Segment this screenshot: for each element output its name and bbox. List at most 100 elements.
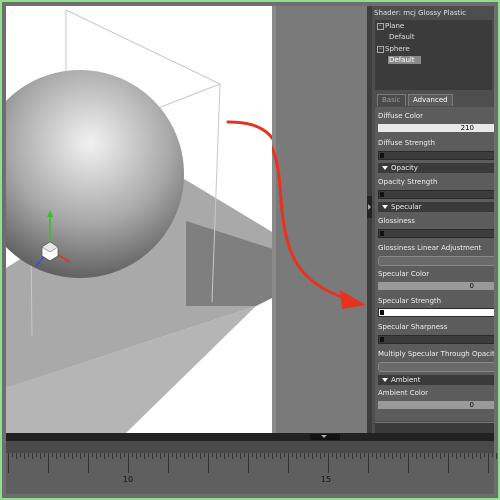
timeline-tick	[100, 453, 101, 457]
timeline-tick	[128, 453, 129, 473]
diffuse-strength-label: Diffuse Strength	[378, 139, 436, 147]
timeline-tick	[280, 453, 281, 459]
timeline-tick	[276, 453, 277, 457]
slider-handle[interactable]	[380, 337, 384, 342]
timeline-tick	[8, 453, 9, 473]
boxed-minus-icon[interactable]: –	[377, 45, 384, 53]
opacity-strength-slider[interactable]	[378, 190, 494, 199]
timeline-tick	[328, 453, 329, 473]
timeline-tick	[352, 453, 353, 459]
timeline-label-10: 10	[122, 475, 134, 484]
section-label: Ambient	[391, 376, 421, 384]
specular-strength-slider[interactable]	[378, 308, 494, 317]
opacity-strength-label: Opacity Strength	[378, 178, 438, 186]
opacity-section-header[interactable]: Opacity	[378, 163, 494, 173]
multiply-specular-label: Multiply Specular Through Opacity	[378, 350, 494, 358]
tree-item-label: Sphere	[385, 45, 410, 53]
glossiness-linear-input[interactable]	[378, 256, 494, 266]
glossiness-label: Glossiness	[378, 217, 415, 225]
timeline-tick	[48, 453, 49, 473]
timeline-tick	[404, 453, 405, 457]
timeline-tick	[472, 453, 473, 459]
tab-advanced[interactable]: Advanced	[408, 94, 453, 106]
timeline-tick	[200, 453, 201, 459]
timeline-label-15: 15	[320, 475, 332, 484]
timeline-tick	[272, 453, 273, 459]
timeline-tick	[236, 453, 237, 457]
3d-viewport[interactable]	[6, 6, 272, 433]
tree-item-plane[interactable]: – Plane	[377, 22, 404, 30]
timeline-tick	[80, 453, 81, 459]
diffuse-color-field[interactable]: 210	[378, 124, 494, 132]
timeline-tick	[216, 453, 217, 459]
ambient-section-header[interactable]: Ambient	[378, 375, 494, 385]
timeline-tick	[28, 453, 29, 457]
timeline-tick	[408, 453, 409, 473]
slider-handle[interactable]	[380, 310, 384, 315]
specular-sharpness-slider[interactable]	[378, 335, 494, 344]
surface-tree: – Plane Default – Sphere Default	[375, 20, 492, 90]
timeline-tick	[288, 453, 289, 473]
slider-handle[interactable]	[380, 153, 384, 158]
specular-color-field[interactable]: 0	[378, 282, 494, 290]
timeline-tick	[348, 453, 349, 457]
timeline-tick	[220, 453, 221, 457]
timeline-tick	[88, 453, 89, 473]
timeline-tick	[292, 453, 293, 457]
timeline-tick	[104, 453, 105, 459]
timeline-tick	[436, 453, 437, 457]
timeline-tick	[416, 453, 417, 459]
ambient-color-field[interactable]: 0	[378, 401, 494, 409]
specular-section-header[interactable]: Specular	[378, 202, 494, 212]
slider-handle[interactable]	[380, 192, 384, 197]
triangle-down-icon	[382, 205, 388, 209]
tree-item-label: Plane	[385, 22, 405, 30]
tree-item-sphere[interactable]: – Sphere	[377, 45, 410, 53]
timeline-tick	[232, 453, 233, 459]
timeline-tick	[224, 453, 225, 459]
tree-item-label: Default	[389, 56, 415, 64]
timeline-tick	[356, 453, 357, 457]
timeline-ruler[interactable]: 10 15	[6, 453, 497, 494]
timeline-tick	[244, 453, 245, 457]
timeline-tick	[196, 453, 197, 457]
boxed-minus-icon[interactable]: –	[377, 22, 384, 30]
timeline-tick	[248, 453, 249, 473]
shader-panel: Shader: mcj Glossy Plastic – Plane Defaul…	[372, 6, 494, 436]
slider-handle[interactable]	[380, 231, 384, 236]
timeline-tick	[188, 453, 189, 457]
timeline-tick	[32, 453, 33, 459]
diffuse-color-label: Diffuse Color	[378, 112, 424, 120]
timeline-tick	[260, 453, 261, 457]
section-label: Specular	[391, 203, 422, 211]
diffuse-strength-slider[interactable]	[378, 151, 494, 160]
timeline-tick	[256, 453, 257, 459]
timeline-tick	[16, 453, 17, 459]
timeline-tick	[268, 453, 269, 457]
timeline-tick	[20, 453, 21, 457]
timeline-tick	[92, 453, 93, 457]
specular-sharpness-label: Specular Sharpness	[378, 323, 448, 331]
timeline-tick	[252, 453, 253, 457]
timeline-tick	[380, 453, 381, 457]
triangle-down-icon	[382, 378, 388, 382]
glossiness-slider[interactable]	[378, 229, 494, 238]
timeline-tick	[208, 453, 209, 473]
timeline-tick	[452, 453, 453, 457]
tree-item-plane-default[interactable]: Default	[389, 33, 415, 41]
timeline-tick	[124, 453, 125, 457]
timeline-tick	[384, 453, 385, 459]
timeline-tick	[116, 453, 117, 457]
timeline-track	[6, 441, 494, 453]
tree-item-sphere-default[interactable]: Default	[388, 56, 421, 64]
tab-basic[interactable]: Basic	[377, 94, 406, 106]
timeline-tick	[140, 453, 141, 457]
timeline-tick	[316, 453, 317, 457]
chevron-down-icon[interactable]	[310, 434, 340, 440]
timeline-tick	[308, 453, 309, 457]
multiply-specular-input[interactable]	[378, 362, 494, 372]
timeline-tick	[296, 453, 297, 459]
timeline-tick	[336, 453, 337, 459]
timeline-tick	[320, 453, 321, 459]
timeline-tick	[40, 453, 41, 459]
